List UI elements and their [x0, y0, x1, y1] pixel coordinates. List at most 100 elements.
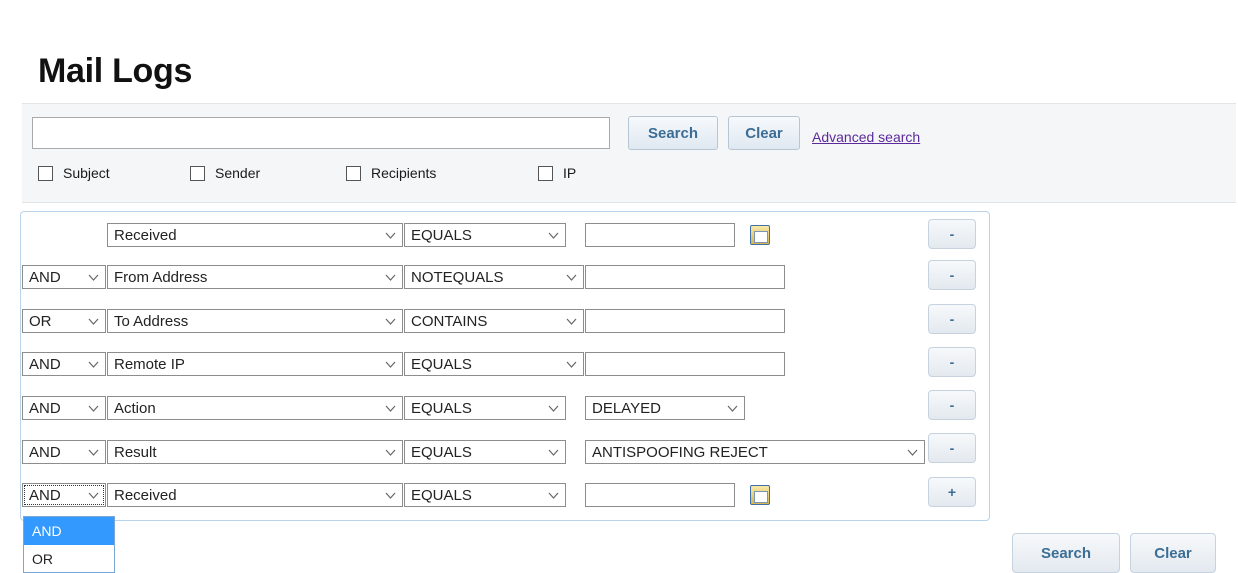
- select-value: AND: [29, 268, 61, 286]
- chevron-down-icon: [566, 357, 577, 371]
- select-value: CONTAINS: [411, 312, 488, 330]
- search-button[interactable]: Search: [628, 116, 718, 150]
- filter-value-input[interactable]: [585, 309, 785, 333]
- filter-operator-select[interactable]: EQUALS: [404, 352, 584, 376]
- filter-logic-select[interactable]: AND: [22, 352, 106, 376]
- chevron-down-icon: [385, 401, 396, 415]
- chevron-down-icon: [385, 228, 396, 242]
- add-filter-button[interactable]: +: [928, 477, 976, 507]
- filter-value-input[interactable]: [585, 265, 785, 289]
- subject-checkbox[interactable]: Subject: [38, 165, 110, 181]
- checkbox-box[interactable]: [346, 165, 361, 181]
- sender-checkbox[interactable]: Sender: [190, 165, 260, 181]
- select-value: EQUALS: [411, 355, 472, 373]
- select-value: Action: [114, 399, 156, 417]
- select-value: EQUALS: [411, 226, 472, 244]
- filter-operator-select[interactable]: EQUALS: [404, 223, 566, 247]
- select-value: From Address: [114, 268, 208, 286]
- chevron-down-icon: [88, 445, 99, 459]
- chevron-down-icon: [907, 445, 918, 459]
- filter-value-input[interactable]: [585, 352, 785, 376]
- clear-button[interactable]: Clear: [728, 116, 800, 150]
- checkbox-box[interactable]: [190, 165, 205, 181]
- filter-logic-select[interactable]: AND: [22, 396, 106, 420]
- chevron-down-icon: [385, 488, 396, 502]
- chevron-down-icon: [548, 401, 559, 415]
- filter-field-select[interactable]: From Address: [107, 265, 403, 289]
- chevron-down-icon: [88, 314, 99, 328]
- select-value: AND: [29, 355, 61, 373]
- filter-field-select[interactable]: Received: [107, 483, 403, 507]
- filter-operator-select[interactable]: EQUALS: [404, 483, 566, 507]
- filter-field-select[interactable]: Action: [107, 396, 403, 420]
- remove-filter-button[interactable]: -: [928, 219, 976, 249]
- calendar-icon[interactable]: [750, 225, 770, 245]
- chevron-down-icon: [548, 488, 559, 502]
- filter-operator-select[interactable]: EQUALS: [404, 440, 566, 464]
- select-value: NOTEQUALS: [411, 268, 504, 286]
- ip-checkbox[interactable]: IP: [538, 165, 576, 181]
- select-value: Received: [114, 226, 177, 244]
- chevron-down-icon: [88, 401, 99, 415]
- checkbox-label: Subject: [63, 165, 110, 181]
- select-value: AND: [29, 443, 61, 461]
- select-value: EQUALS: [411, 486, 472, 504]
- select-value: Result: [114, 443, 157, 461]
- calendar-icon[interactable]: [750, 485, 770, 505]
- remove-filter-button[interactable]: -: [928, 260, 976, 290]
- select-value: OR: [29, 312, 52, 330]
- select-value: AND: [29, 486, 61, 504]
- filter-logic-select[interactable]: AND: [22, 265, 106, 289]
- filter-operator-select[interactable]: NOTEQUALS: [404, 265, 584, 289]
- chevron-down-icon: [727, 401, 738, 415]
- select-value: To Address: [114, 312, 189, 330]
- recipients-checkbox[interactable]: Recipients: [346, 165, 436, 181]
- chevron-down-icon: [385, 445, 396, 459]
- filter-field-select[interactable]: Received: [107, 223, 403, 247]
- filter-field-select[interactable]: Remote IP: [107, 352, 403, 376]
- clear-filters-button[interactable]: Clear: [1130, 533, 1216, 573]
- chevron-down-icon: [385, 357, 396, 371]
- dropdown-option-and[interactable]: AND: [24, 517, 114, 545]
- filter-value-select[interactable]: ANTISPOOFING REJECT: [585, 440, 925, 464]
- remove-filter-button[interactable]: -: [928, 390, 976, 420]
- filter-value-select[interactable]: DELAYED: [585, 396, 745, 420]
- remove-filter-button[interactable]: -: [928, 433, 976, 463]
- select-value: EQUALS: [411, 399, 472, 417]
- remove-filter-button[interactable]: -: [928, 304, 976, 334]
- filter-field-select[interactable]: To Address: [107, 309, 403, 333]
- dropdown-option-or[interactable]: OR: [24, 545, 114, 572]
- checkbox-label: Sender: [215, 165, 261, 181]
- chevron-down-icon: [88, 270, 99, 284]
- search-input[interactable]: [32, 117, 610, 149]
- logic-dropdown-list: AND OR: [23, 516, 115, 573]
- advanced-search-link[interactable]: Advanced search: [812, 129, 920, 145]
- checkbox-label: Recipients: [371, 165, 437, 181]
- remove-filter-button[interactable]: -: [928, 347, 976, 377]
- chevron-down-icon: [88, 357, 99, 371]
- chevron-down-icon: [385, 270, 396, 284]
- chevron-down-icon: [566, 270, 577, 284]
- select-value: Received: [114, 486, 177, 504]
- filter-operator-select[interactable]: EQUALS: [404, 396, 566, 420]
- submit-search-button[interactable]: Search: [1012, 533, 1120, 573]
- select-value: EQUALS: [411, 443, 472, 461]
- select-value: ANTISPOOFING REJECT: [592, 443, 768, 461]
- select-value: AND: [29, 399, 61, 417]
- chevron-down-icon: [548, 228, 559, 242]
- checkbox-label: IP: [563, 165, 577, 181]
- checkbox-box[interactable]: [538, 165, 553, 181]
- date-input[interactable]: [585, 223, 735, 247]
- filter-logic-select[interactable]: OR: [22, 309, 106, 333]
- select-value: DELAYED: [592, 399, 661, 417]
- date-input[interactable]: [585, 483, 735, 507]
- filter-logic-select[interactable]: AND: [22, 440, 106, 464]
- select-value: Remote IP: [114, 355, 185, 373]
- filter-logic-select[interactable]: AND: [22, 483, 106, 507]
- chevron-down-icon: [548, 445, 559, 459]
- filter-operator-select[interactable]: CONTAINS: [404, 309, 584, 333]
- chevron-down-icon: [385, 314, 396, 328]
- chevron-down-icon: [88, 488, 99, 502]
- filter-field-select[interactable]: Result: [107, 440, 403, 464]
- checkbox-box[interactable]: [38, 165, 53, 181]
